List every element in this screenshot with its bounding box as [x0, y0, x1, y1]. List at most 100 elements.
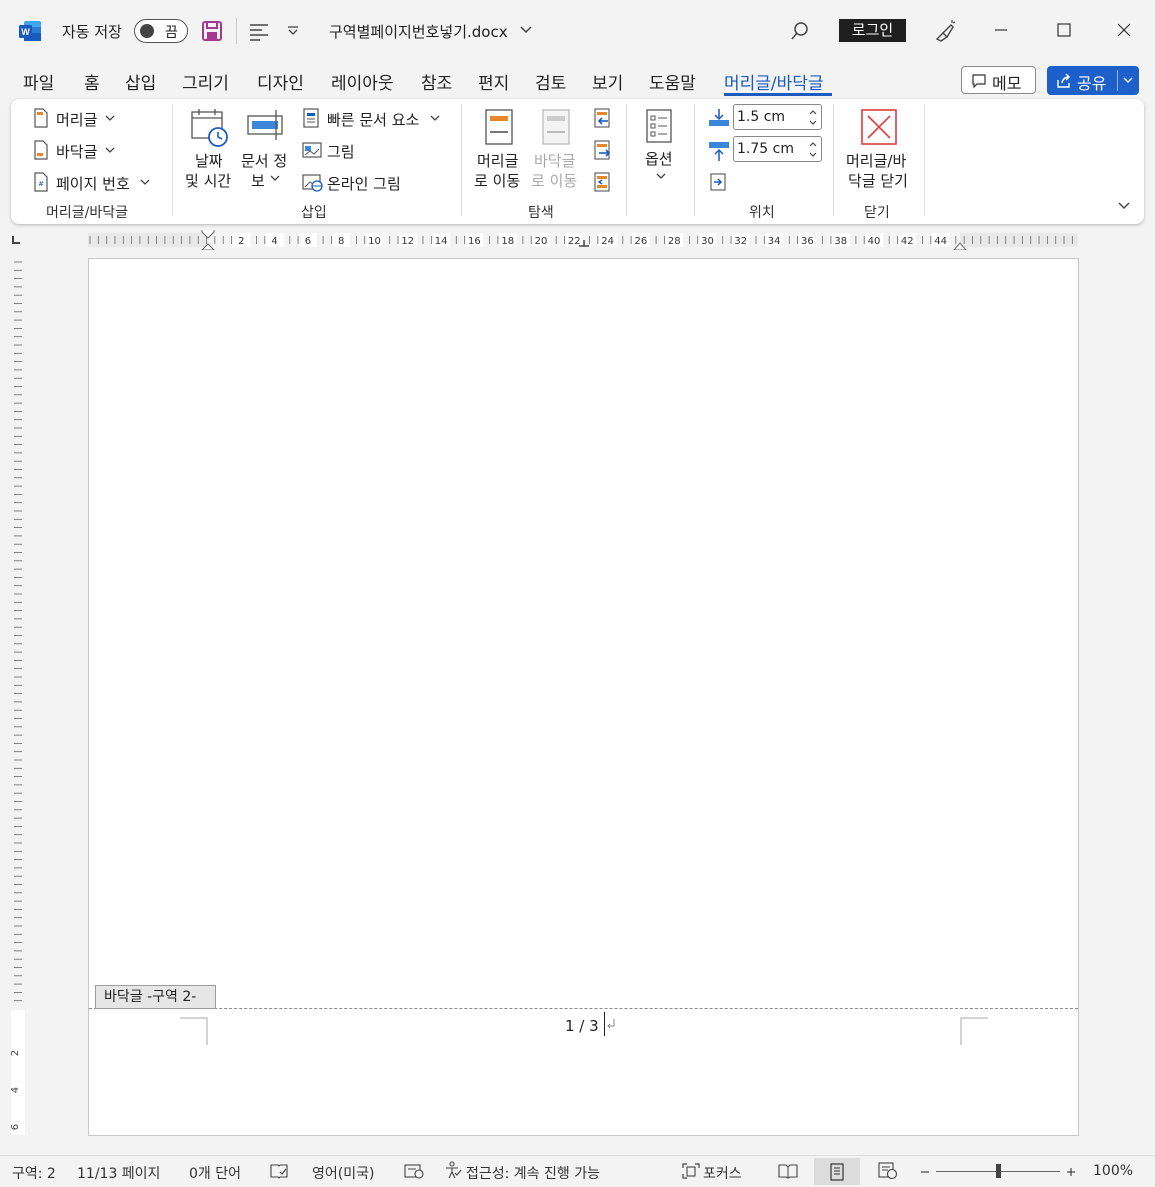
- autosave-toggle[interactable]: 끔: [134, 19, 188, 43]
- share-button[interactable]: 공유: [1047, 66, 1139, 95]
- online-picture-icon: [302, 174, 323, 192]
- go-to-header-icon: [485, 109, 513, 145]
- document-title[interactable]: 구역별페이지번호넣기.docx: [329, 21, 508, 42]
- ruler-label: 32: [734, 236, 747, 247]
- close-header-footer-label-1[interactable]: 머리글/바: [846, 150, 906, 171]
- tab-design[interactable]: 디자인: [257, 69, 304, 94]
- tab-draw[interactable]: 그리기: [182, 69, 229, 94]
- maximize-icon[interactable]: [1056, 22, 1072, 38]
- online-picture-button[interactable]: 온라인 그림: [327, 173, 401, 194]
- status-focus[interactable]: 포커스: [703, 1163, 742, 1183]
- align-icon[interactable]: [248, 20, 270, 42]
- status-words[interactable]: 0개 단어: [189, 1163, 241, 1183]
- collapse-ribbon-icon[interactable]: [1117, 201, 1131, 211]
- read-mode-icon[interactable]: [778, 1163, 798, 1179]
- chevron-down-icon[interactable]: [140, 178, 150, 186]
- print-layout-button[interactable]: [814, 1158, 860, 1185]
- tab-selector-icon[interactable]: [10, 234, 22, 246]
- insert-alignment-tab-icon[interactable]: [708, 172, 728, 192]
- go-to-footer-label-2[interactable]: 로 이동: [531, 170, 577, 191]
- ruler-label: 30: [701, 236, 714, 247]
- status-accessibility[interactable]: 접근성: 계속 진행 가능: [466, 1163, 600, 1183]
- ribbon-separator: [172, 104, 173, 216]
- tab-references[interactable]: 참조: [421, 69, 452, 94]
- tab-help[interactable]: 도움말: [649, 69, 696, 94]
- tab-insert[interactable]: 삽입: [125, 69, 156, 94]
- chevron-down-icon[interactable]: [105, 114, 115, 122]
- ruler-label: 16: [468, 236, 481, 247]
- search-icon[interactable]: [789, 20, 811, 42]
- comments-label: 메모: [992, 74, 1022, 93]
- save-icon[interactable]: [201, 20, 223, 42]
- date-time-label-2[interactable]: 및 시간: [185, 170, 231, 191]
- tab-file[interactable]: 파일: [23, 69, 54, 94]
- document-info-label-1[interactable]: 문서 정: [241, 150, 287, 171]
- vruler-ticks: [11, 261, 25, 1135]
- footer-page-number[interactable]: 1 / 3: [565, 1017, 599, 1035]
- document-info-label-2[interactable]: 보: [251, 170, 265, 191]
- options-button[interactable]: 옵션: [645, 148, 673, 169]
- focus-mode-icon[interactable]: [682, 1163, 700, 1179]
- footer-section-tag: 바닥글 -구역 2-: [95, 985, 216, 1009]
- chevron-down-icon[interactable]: [656, 172, 666, 180]
- designer-icon[interactable]: [933, 19, 957, 43]
- tab-header-footer[interactable]: 머리글/바닥글: [724, 69, 824, 94]
- proofing-icon[interactable]: [270, 1163, 288, 1179]
- ribbon-separator: [694, 104, 695, 216]
- go-to-header-label-1[interactable]: 머리글: [477, 150, 518, 171]
- zoom-out-icon[interactable]: [919, 1166, 931, 1178]
- ruler-label: 6: [305, 236, 311, 247]
- vruler-label: 2: [10, 1050, 21, 1056]
- chevron-down-icon[interactable]: [270, 174, 280, 182]
- picture-button[interactable]: 그림: [327, 141, 355, 162]
- close-icon[interactable]: [1116, 22, 1132, 38]
- footer-button[interactable]: 바닥글: [56, 141, 97, 162]
- tab-review[interactable]: 검토: [535, 69, 566, 94]
- link-to-previous-icon[interactable]: [592, 172, 612, 192]
- next-section-icon[interactable]: [592, 140, 612, 160]
- quick-parts-icon: [303, 108, 319, 128]
- accessibility-icon[interactable]: [444, 1161, 462, 1179]
- tab-view[interactable]: 보기: [592, 69, 623, 94]
- document-page[interactable]: [88, 258, 1079, 1136]
- go-to-header-label-2[interactable]: 로 이동: [474, 170, 520, 191]
- date-time-label-1[interactable]: 날짜: [195, 150, 223, 171]
- previous-section-icon[interactable]: [592, 108, 612, 128]
- close-header-footer-label-2[interactable]: 닥글 닫기: [848, 170, 908, 191]
- status-language[interactable]: 영어(미국): [312, 1163, 374, 1183]
- header-position-input[interactable]: 1.5 cm: [733, 104, 822, 130]
- tab-layout[interactable]: 레이아웃: [331, 69, 394, 94]
- chevron-down-icon[interactable]: [519, 25, 533, 35]
- options-icon: [646, 109, 672, 143]
- text-predictions-icon[interactable]: [404, 1163, 424, 1179]
- header-position-icon: [709, 109, 729, 126]
- ruler-label: 12: [401, 236, 414, 247]
- chevron-down-icon[interactable]: [430, 114, 440, 122]
- chevron-down-icon[interactable]: [105, 146, 115, 154]
- vruler-label: 6: [10, 1124, 21, 1130]
- tab-home[interactable]: 홈: [84, 69, 100, 94]
- login-button[interactable]: 로그인: [839, 19, 906, 42]
- spin-arrows-icon[interactable]: [808, 107, 818, 127]
- vertical-ruler[interactable]: 2 4 6: [8, 258, 28, 1138]
- horizontal-ruler[interactable]: 2 4 6 8 10 12 14 16 18 20 22 24 26 28 30 32 34 36 38 40 42 44: [88, 230, 1078, 250]
- zoom-level[interactable]: 100%: [1093, 1163, 1133, 1179]
- status-section[interactable]: 구역: 2: [12, 1163, 56, 1183]
- comments-button[interactable]: 메모: [961, 66, 1036, 94]
- status-pages[interactable]: 11/13 페이지: [77, 1163, 160, 1183]
- web-layout-icon[interactable]: [878, 1162, 898, 1180]
- header-button[interactable]: 머리글: [56, 109, 97, 130]
- quick-parts-button[interactable]: 빠른 문서 요소: [327, 109, 419, 130]
- group-label-insert: 삽입: [301, 205, 327, 221]
- minimize-icon[interactable]: [993, 22, 1009, 38]
- zoom-slider-thumb[interactable]: [996, 1164, 1001, 1178]
- spin-arrows-icon[interactable]: [808, 139, 818, 159]
- footer-icon: [34, 140, 48, 160]
- footer-position-input[interactable]: 1.75 cm: [733, 136, 822, 162]
- customize-qat-icon[interactable]: [286, 24, 300, 38]
- zoom-in-icon[interactable]: [1065, 1166, 1077, 1178]
- page-number-button[interactable]: 페이지 번호: [56, 173, 130, 194]
- tab-mailings[interactable]: 편지: [478, 69, 509, 94]
- chevron-down-icon[interactable]: [1122, 76, 1134, 86]
- go-to-footer-label-1[interactable]: 바닥글: [534, 150, 575, 171]
